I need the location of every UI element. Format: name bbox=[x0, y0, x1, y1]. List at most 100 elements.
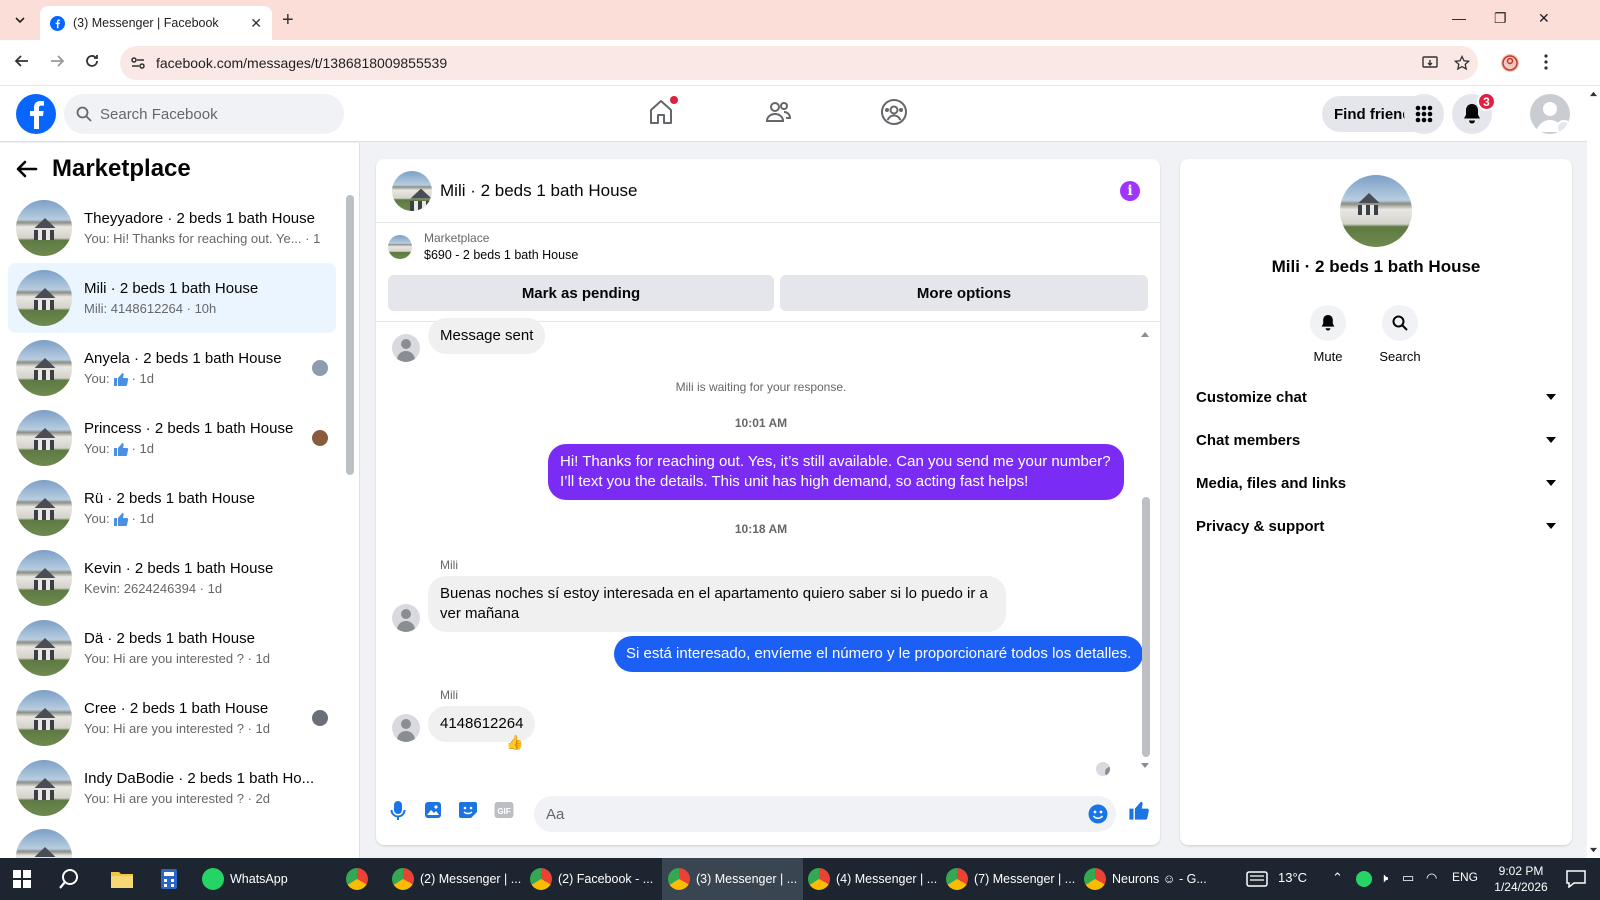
conversation-item-partial[interactable] bbox=[8, 823, 336, 858]
chrome-icon bbox=[346, 868, 368, 890]
close-window-button[interactable]: ✕ bbox=[1538, 10, 1550, 27]
more-options-button[interactable]: More options bbox=[780, 275, 1148, 311]
home-notification-dot bbox=[670, 96, 678, 104]
chat-avatar[interactable] bbox=[392, 170, 432, 211]
taskbar-window[interactable]: (4) Messenger | ... bbox=[802, 858, 943, 900]
forward-icon[interactable] bbox=[49, 53, 65, 69]
new-tab-button[interactable]: + bbox=[282, 10, 294, 30]
browser-tab-active[interactable]: (3) Messenger | Facebook ✕ bbox=[40, 6, 272, 40]
info-icon[interactable]: i bbox=[1120, 181, 1140, 201]
file-explorer-button[interactable] bbox=[104, 858, 140, 900]
emoji-icon[interactable] bbox=[1088, 804, 1108, 824]
photo-icon[interactable] bbox=[424, 801, 442, 819]
back-arrow-icon[interactable] bbox=[16, 160, 38, 178]
address-bar[interactable]: facebook.com/messages/t/1386818009855539 bbox=[120, 46, 1478, 80]
send-like-icon[interactable] bbox=[1128, 799, 1150, 821]
site-info-icon[interactable] bbox=[130, 55, 146, 71]
scroll-down-icon[interactable] bbox=[1140, 762, 1150, 770]
facebook-search-input[interactable] bbox=[100, 105, 320, 123]
customize-chat-section[interactable]: Customize chat bbox=[1196, 377, 1556, 417]
home-nav-button[interactable] bbox=[648, 96, 678, 126]
wifi-icon[interactable]: ◠ bbox=[1426, 870, 1437, 886]
install-app-icon[interactable] bbox=[1422, 55, 1438, 71]
notifications-badge: 3 bbox=[1477, 92, 1496, 111]
input-language[interactable]: ENG bbox=[1452, 870, 1478, 884]
taskbar-chrome[interactable] bbox=[340, 858, 380, 900]
restore-button[interactable]: ❐ bbox=[1494, 10, 1507, 27]
sticker-icon[interactable] bbox=[458, 801, 478, 819]
mute-button[interactable]: Mute bbox=[1298, 305, 1358, 364]
scroll-down-icon[interactable] bbox=[1589, 847, 1598, 854]
seen-avatar bbox=[312, 710, 328, 726]
conversation-item[interactable]: Anyela · 2 beds 1 bath House You: · 1d bbox=[8, 333, 336, 403]
privacy-support-section[interactable]: Privacy & support bbox=[1196, 506, 1556, 546]
clock[interactable]: 9:02 PM 1/24/2026 bbox=[1488, 863, 1554, 895]
chat-title[interactable]: Mili · 2 beds 1 bath House bbox=[440, 181, 638, 201]
conversation-item[interactable]: Theyyadore · 2 beds 1 bath House You: Hi… bbox=[8, 193, 336, 263]
sender-avatar bbox=[392, 714, 420, 742]
conversation-item[interactable]: Kevin · 2 beds 1 bath House Kevin: 26242… bbox=[8, 543, 336, 613]
facebook-search[interactable] bbox=[64, 94, 344, 134]
taskbar-window[interactable]: (2) Messenger | ... bbox=[386, 858, 527, 900]
profile-icon[interactable] bbox=[1500, 53, 1520, 73]
chevron-down-icon bbox=[1546, 437, 1556, 443]
facebook-logo[interactable] bbox=[16, 94, 56, 134]
gif-icon[interactable]: GIF bbox=[494, 801, 514, 819]
chat-members-section[interactable]: Chat members bbox=[1196, 420, 1556, 460]
marketplace-listing-banner[interactable]: Marketplace $690 - 2 beds 1 bath House bbox=[388, 231, 578, 262]
conversation-item-active[interactable]: Mili · 2 beds 1 bath House Mili: 4148612… bbox=[8, 263, 336, 333]
calculator-button[interactable] bbox=[154, 858, 184, 900]
taskbar-whatsapp[interactable]: WhatsApp bbox=[196, 858, 294, 900]
tab-search-button[interactable] bbox=[8, 10, 32, 30]
search-in-conversation-button[interactable]: Search bbox=[1370, 305, 1430, 364]
start-button[interactable] bbox=[6, 858, 38, 900]
microphone-icon[interactable] bbox=[390, 801, 406, 821]
battery-icon[interactable]: ▭ bbox=[1402, 870, 1414, 886]
taskbar-search-button[interactable] bbox=[52, 858, 86, 900]
back-icon[interactable] bbox=[14, 53, 30, 69]
conversation-item[interactable]: Cree · 2 beds 1 bath House You: Hi are y… bbox=[8, 683, 336, 753]
conversation-details-panel: Mili · 2 beds 1 bath House Mute Search C… bbox=[1180, 159, 1572, 845]
account-avatar[interactable] bbox=[1530, 94, 1570, 134]
conversation-avatar-large[interactable] bbox=[1340, 175, 1412, 247]
groups-nav-button[interactable] bbox=[880, 98, 908, 126]
scroll-up-icon[interactable] bbox=[1140, 330, 1150, 338]
page-scrollbar[interactable] bbox=[1587, 86, 1600, 858]
weather-icon[interactable] bbox=[1246, 870, 1268, 888]
sidebar-scrollbar[interactable] bbox=[346, 195, 354, 475]
message-input[interactable] bbox=[546, 805, 1066, 823]
scroll-up-icon[interactable] bbox=[1589, 90, 1598, 97]
volume-muted-icon[interactable]: 🕨 bbox=[1380, 870, 1388, 886]
taskbar-window[interactable]: (7) Messenger | ... bbox=[940, 858, 1081, 900]
browser-menu-icon[interactable] bbox=[1544, 54, 1548, 70]
conversation-item[interactable]: Princess · 2 beds 1 bath House You: · 1d bbox=[8, 403, 336, 473]
minimize-button[interactable]: — bbox=[1452, 10, 1466, 26]
taskbar-window-active[interactable]: (3) Messenger | ... bbox=[662, 858, 804, 900]
taskbar-window[interactable]: (2) Facebook - ... bbox=[524, 858, 659, 900]
waiting-notice: Mili is waiting for your response. bbox=[675, 380, 847, 394]
mark-as-pending-button[interactable]: Mark as pending bbox=[388, 275, 774, 311]
bookmark-star-icon[interactable] bbox=[1454, 55, 1470, 71]
whatsapp-tray-icon[interactable] bbox=[1356, 871, 1372, 887]
taskbar-window[interactable]: Neurons ☺ - G... bbox=[1078, 858, 1213, 900]
conversation-name: Princess · 2 beds 1 bath House bbox=[84, 419, 294, 437]
conversation-name: Indy DaBodie · 2 beds 1 bath Ho... bbox=[84, 770, 315, 787]
message-bubble-incoming: Buenas noches sí estoy interesada en el … bbox=[428, 576, 1006, 632]
friends-nav-button[interactable] bbox=[764, 98, 792, 126]
reaction-thumbs-up[interactable]: 👍 bbox=[506, 734, 523, 751]
conversation-item[interactable]: Indy DaBodie · 2 beds 1 bath Ho... You: … bbox=[8, 753, 336, 823]
notifications-button[interactable]: 3 bbox=[1452, 92, 1496, 134]
media-files-links-section[interactable]: Media, files and links bbox=[1196, 463, 1556, 503]
chat-scrollbar[interactable] bbox=[1142, 497, 1150, 757]
conversation-name: Cree · 2 beds 1 bath House bbox=[84, 700, 269, 717]
reload-icon[interactable] bbox=[84, 53, 100, 69]
conversation-item[interactable]: Rü · 2 beds 1 bath House You: · 1d bbox=[8, 473, 336, 543]
conversation-name: Dä · 2 beds 1 bath House bbox=[84, 630, 255, 647]
tray-overflow-icon[interactable]: ⌃ bbox=[1332, 870, 1343, 886]
notification-center-icon[interactable] bbox=[1566, 870, 1586, 888]
menu-button[interactable] bbox=[1404, 94, 1444, 134]
conversation-item[interactable]: Dä · 2 beds 1 bath House You: Hi are you… bbox=[8, 613, 336, 683]
tab-close-icon[interactable]: ✕ bbox=[250, 15, 262, 32]
search-icon bbox=[76, 106, 92, 122]
temperature[interactable]: 13°C bbox=[1278, 870, 1307, 885]
